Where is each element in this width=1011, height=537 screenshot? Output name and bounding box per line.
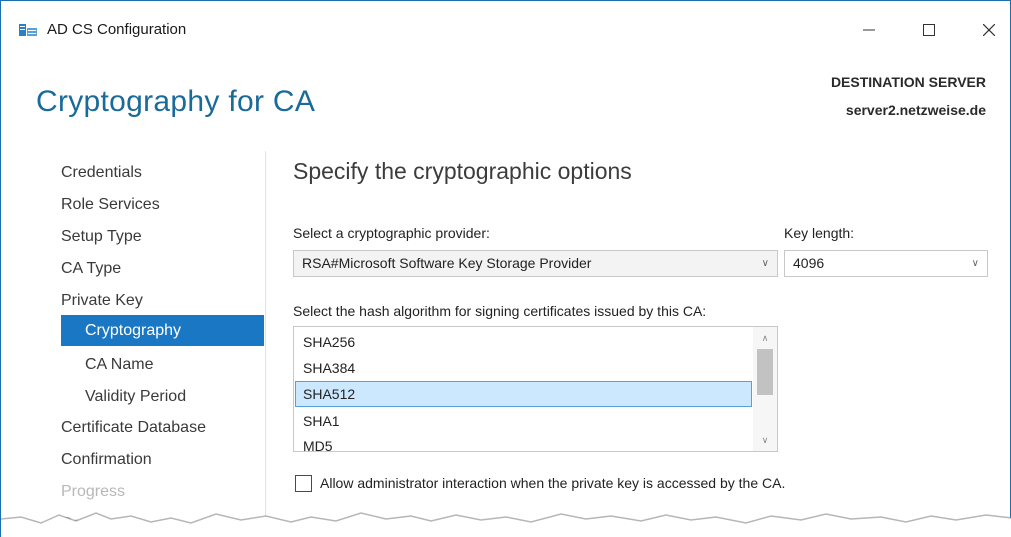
list-item-sha512[interactable]: SHA512: [295, 381, 752, 407]
chevron-down-icon: ∨: [761, 258, 769, 269]
chevron-down-icon: ∨: [971, 258, 979, 269]
admin-interaction-checkbox[interactable]: [295, 475, 312, 492]
list-item-md5[interactable]: MD5: [295, 433, 752, 451]
close-button[interactable]: [966, 11, 1011, 49]
scroll-thumb[interactable]: [757, 349, 773, 395]
hash-algorithm-list[interactable]: SHA256 SHA384 SHA512 SHA1 MD5 ∧ ∨: [293, 326, 778, 452]
nav-item-credentials[interactable]: Credentials: [61, 159, 142, 187]
window-title: AD CS Configuration: [47, 21, 187, 38]
ad-cs-configuration-window: AD CS Configuration Cryptography for CA …: [0, 0, 1011, 537]
list-scrollbar[interactable]: ∧ ∨: [753, 327, 777, 451]
nav-item-cryptography[interactable]: Cryptography: [61, 315, 264, 346]
nav-item-progress: Progress: [61, 483, 126, 500]
title-bar: AD CS Configuration: [1, 1, 1010, 59]
hash-algorithm-label: Select the hash algorithm for signing ce…: [293, 303, 707, 319]
minimize-button[interactable]: [846, 11, 892, 49]
minimize-icon: [863, 29, 875, 31]
nav-divider: [265, 151, 266, 531]
provider-label: Select a cryptographic provider:: [293, 225, 490, 241]
nav-item-role-services[interactable]: Role Services: [61, 191, 160, 219]
maximize-icon: [923, 24, 935, 36]
list-item-sha1[interactable]: SHA1: [295, 408, 752, 434]
scroll-up-icon[interactable]: ∧: [753, 329, 777, 347]
scroll-down-icon[interactable]: ∨: [753, 431, 777, 449]
torn-edge-decoration: [1, 512, 1011, 537]
server-manager-icon: [19, 24, 37, 36]
nav-item-private-key[interactable]: Private Key: [61, 287, 143, 315]
key-length-value: 4096: [793, 255, 825, 271]
key-length-select[interactable]: 4096 ∨: [784, 250, 988, 277]
nav-item-setup-type[interactable]: Setup Type: [61, 223, 142, 251]
provider-select-value: RSA#Microsoft Software Key Storage Provi…: [302, 255, 592, 271]
destination-server-label: DESTINATION SERVER: [830, 74, 986, 90]
list-item-sha256[interactable]: SHA256: [295, 329, 752, 355]
destination-server-name: server2.netzweise.de: [845, 102, 986, 118]
key-length-label: Key length:: [784, 225, 855, 241]
nav-item-confirmation[interactable]: Confirmation: [61, 446, 152, 474]
nav-item-ca-type[interactable]: CA Type: [61, 255, 121, 283]
nav-item-ca-name[interactable]: CA Name: [85, 351, 153, 379]
list-item-sha384[interactable]: SHA384: [295, 355, 752, 381]
nav-item-validity-period[interactable]: Validity Period: [85, 383, 186, 411]
maximize-button[interactable]: [906, 11, 952, 49]
admin-interaction-label[interactable]: Allow administrator interaction when the…: [320, 475, 785, 491]
section-title: Specify the cryptographic options: [293, 158, 632, 184]
provider-select[interactable]: RSA#Microsoft Software Key Storage Provi…: [293, 250, 778, 277]
close-icon: [983, 24, 995, 36]
nav-item-certificate-database[interactable]: Certificate Database: [61, 414, 206, 442]
page-title: Cryptography for CA: [36, 85, 316, 118]
